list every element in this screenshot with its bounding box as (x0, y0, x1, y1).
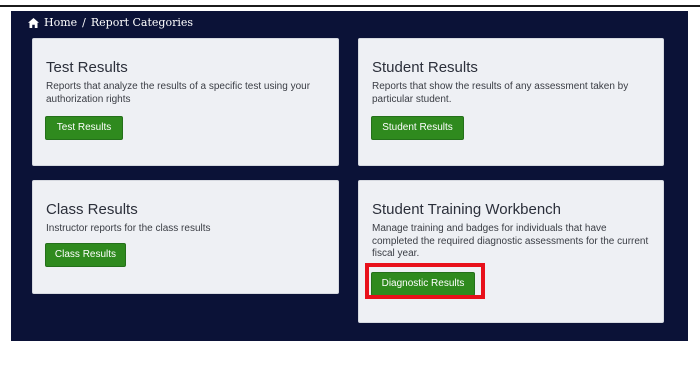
diagnostic-results-button[interactable]: Diagnostic Results (371, 272, 475, 296)
card-title: Test Results (46, 59, 128, 76)
test-results-card: Test Results Reports that analyze the re… (32, 38, 339, 166)
card-title: Student Results (372, 59, 478, 76)
card-description: Instructor reports for the class results (46, 223, 211, 234)
class-results-button[interactable]: Class Results (45, 243, 126, 267)
card-title: Class Results (46, 201, 138, 218)
card-description: Reports that show the results of any ass… (372, 81, 629, 105)
student-training-workbench-card: Student Training Workbench Manage traini… (358, 180, 664, 323)
class-results-card: Class Results Instructor reports for the… (32, 180, 339, 294)
top-divider (0, 5, 700, 7)
breadcrumb: Home / Report Categories (28, 16, 193, 29)
test-results-button[interactable]: Test Results (45, 116, 123, 140)
card-title: Student Training Workbench (372, 201, 562, 218)
breadcrumb-current: Report Categories (90, 16, 194, 29)
home-icon (28, 17, 39, 28)
student-results-button[interactable]: Student Results (371, 116, 464, 140)
student-results-card: Student Results Reports that show the re… (358, 38, 664, 166)
breadcrumb-separator: / (82, 16, 86, 29)
card-description: Manage training and badges for individua… (372, 223, 649, 259)
card-description: Reports that analyze the results of a sp… (46, 81, 311, 105)
breadcrumb-home-link[interactable]: Home (44, 16, 77, 29)
